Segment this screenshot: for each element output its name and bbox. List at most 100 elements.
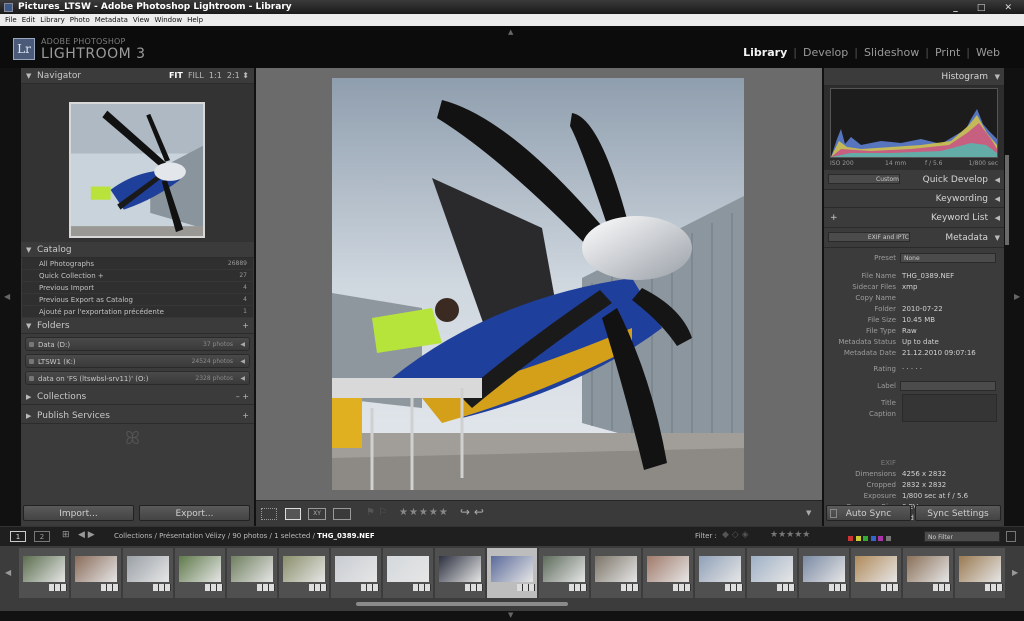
folders-header[interactable]: ▼ Folders + — [21, 318, 254, 334]
right-panel-scrollbar[interactable] — [1005, 155, 1009, 245]
metadata-value[interactable]: 2010-07-22 — [902, 304, 943, 315]
export-button[interactable]: Export... — [139, 505, 250, 521]
filmstrip-thumbnail[interactable] — [955, 548, 1005, 598]
filter-preset-select[interactable]: No Filter — [924, 531, 1000, 542]
filter-flag-icons[interactable]: ◆ ◇ ◈ — [722, 530, 749, 540]
histogram[interactable]: ISO 200 14 mm f / 5.6 1/800 sec — [824, 86, 1004, 170]
filmstrip-thumbnail[interactable] — [123, 548, 173, 598]
flag-icons[interactable]: ⚑ ⚐ — [366, 507, 387, 518]
publish-header[interactable]: ▶ Publish Services + — [21, 408, 254, 424]
folder-expand-icon[interactable]: ◀ — [240, 355, 245, 369]
metadata-header[interactable]: EXIF and IPTC Metadata ▼ — [824, 228, 1004, 248]
menu-library[interactable]: Library — [40, 16, 64, 24]
import-button[interactable]: Import... — [23, 505, 134, 521]
sync-settings-button[interactable]: Sync Settings — [915, 505, 1001, 521]
breadcrumb[interactable]: Collections / Présentation Vélizy / 90 p… — [114, 532, 375, 540]
filmstrip-thumbnail[interactable] — [279, 548, 329, 598]
filmstrip-scroll-left-icon[interactable]: ◀ — [5, 568, 11, 577]
grid-icon[interactable]: ⊞ — [62, 530, 70, 540]
folder-item[interactable]: LTSW1 (K:) 24524 photos ◀ — [25, 354, 250, 368]
loupe-view-icon[interactable] — [285, 508, 301, 520]
auto-sync-button[interactable]: Auto Sync — [826, 505, 911, 521]
module-web[interactable]: Web — [976, 46, 1000, 59]
filmstrip-thumbnail[interactable] — [19, 548, 69, 598]
window-1-button[interactable]: 1 — [10, 531, 26, 542]
rating-value[interactable]: · · · · · — [902, 364, 922, 375]
quick-develop-header[interactable]: Custom Quick Develop ◀ — [824, 170, 1004, 190]
module-slideshow[interactable]: Slideshow — [864, 46, 919, 59]
menu-window[interactable]: Window — [155, 16, 183, 24]
add-publish-icon[interactable]: + — [242, 408, 249, 424]
metadata-value[interactable]: THG_0389.NEF — [902, 271, 954, 282]
catalog-item[interactable]: Quick Collection + 27 — [22, 270, 253, 282]
filmstrip-thumbnail[interactable] — [435, 548, 485, 598]
filter-color-labels[interactable] — [848, 534, 891, 543]
rating-stars[interactable]: ★★★★★ — [399, 507, 449, 518]
filmstrip-thumbnail[interactable] — [799, 548, 849, 598]
filmstrip-thumbnail[interactable] — [851, 548, 901, 598]
rotate-icons[interactable]: ↪ ↩ — [460, 505, 484, 519]
keyword-list-header[interactable]: + Keyword List ◀ — [824, 208, 1004, 228]
metadata-preset-value[interactable]: None — [900, 253, 996, 263]
filmstrip-thumbnail[interactable] — [71, 548, 121, 598]
left-panel-toggle-icon[interactable]: ◀ — [4, 292, 10, 301]
metadata-value[interactable]: Up to date — [902, 337, 939, 348]
collections-add-remove-icon[interactable]: – + — [236, 389, 249, 405]
main-photo[interactable] — [332, 78, 744, 490]
metadata-preset-select[interactable]: EXIF and IPTC — [828, 232, 910, 242]
filmstrip-thumbnail[interactable] — [175, 548, 225, 598]
metadata-value[interactable]: 21.12.2010 09:07:16 — [902, 348, 976, 359]
window-2-button[interactable]: 2 — [34, 531, 50, 542]
menu-view[interactable]: View — [133, 16, 150, 24]
filmstrip-thumbnail[interactable] — [487, 548, 537, 598]
folder-item[interactable]: data on 'FS (ltswbsl-srv11)' (O:) 2328 ph… — [25, 371, 250, 385]
navigator-thumbnail[interactable] — [69, 102, 205, 238]
module-print[interactable]: Print — [935, 46, 960, 59]
catalog-item[interactable]: Previous Export as Catalog 4 — [22, 294, 253, 306]
menu-file[interactable]: File — [5, 16, 17, 24]
metadata-value[interactable]: 2832 x 2832 — [902, 480, 946, 491]
module-develop[interactable]: Develop — [803, 46, 848, 59]
window-controls[interactable]: _ □ ✕ — [953, 1, 1020, 15]
folder-expand-icon[interactable]: ◀ — [240, 338, 245, 352]
zoom-1-1[interactable]: 1:1 — [209, 71, 222, 80]
metadata-value[interactable]: xmp — [902, 282, 917, 293]
catalog-item[interactable]: All Photographs 26889 — [22, 258, 253, 270]
filmstrip-thumbnail[interactable] — [227, 548, 277, 598]
catalog-header[interactable]: ▼ Catalog — [21, 242, 254, 258]
bottom-panel-toggle-icon[interactable]: ▼ — [508, 611, 513, 619]
navigator-header[interactable]: ▼ Navigator FIT FILL 1:1 2:1 ⬍ — [21, 68, 254, 84]
metadata-value[interactable]: 10.45 MB — [902, 315, 935, 326]
histogram-header[interactable]: Histogram ▼ — [824, 68, 1004, 86]
compare-view-icon[interactable]: XY — [308, 508, 326, 520]
module-library[interactable]: Library — [743, 46, 787, 59]
navigator-preview[interactable] — [21, 84, 254, 242]
zoom-2-1[interactable]: 2:1 — [227, 71, 240, 80]
menu-photo[interactable]: Photo — [70, 16, 90, 24]
filmstrip-thumbnail[interactable] — [331, 548, 381, 598]
collections-header[interactable]: ▶ Collections – + — [21, 389, 254, 405]
filmstrip-thumbnail[interactable] — [383, 548, 433, 598]
keywording-header[interactable]: Keywording ◀ — [824, 190, 1004, 208]
grid-view-icon[interactable] — [261, 508, 277, 520]
loupe-view[interactable] — [256, 68, 822, 500]
right-panel-toggle-icon[interactable]: ▶ — [1014, 292, 1020, 301]
add-folder-icon[interactable]: + — [242, 318, 249, 334]
metadata-value[interactable]: Raw — [902, 326, 917, 337]
filter-lock-icon[interactable] — [1006, 531, 1016, 542]
filmstrip-scrollbar[interactable] — [356, 602, 568, 606]
zoom-fill[interactable]: FILL — [188, 71, 204, 80]
label-field[interactable] — [900, 381, 996, 391]
zoom-fit[interactable]: FIT — [169, 71, 183, 80]
menu-edit[interactable]: Edit — [22, 16, 36, 24]
filmstrip-scroll-right-icon[interactable]: ▶ — [1012, 568, 1018, 577]
menu-metadata[interactable]: Metadata — [95, 16, 128, 24]
filmstrip-thumbnail[interactable] — [591, 548, 641, 598]
zoom-menu-icon[interactable]: ⬍ — [242, 71, 249, 80]
survey-view-icon[interactable] — [333, 508, 351, 520]
quick-develop-preset[interactable]: Custom — [828, 174, 900, 184]
filter-rating-stars[interactable]: ★★★★★ — [770, 530, 810, 540]
top-panel-toggle-icon[interactable]: ▲ — [508, 28, 513, 36]
catalog-item[interactable]: Previous Import 4 — [22, 282, 253, 294]
filmstrip-thumbnail[interactable] — [747, 548, 797, 598]
